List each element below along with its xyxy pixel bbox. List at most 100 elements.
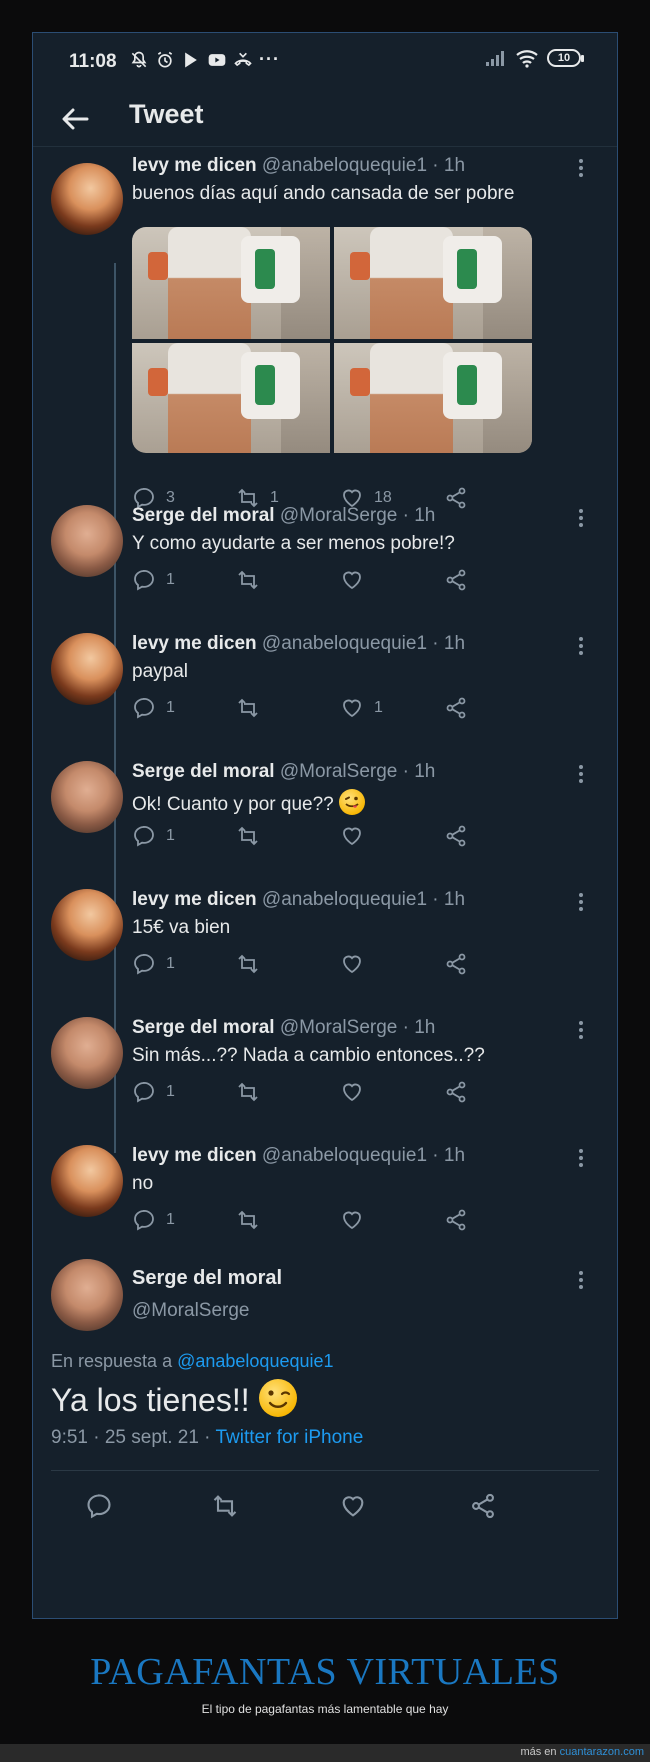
share-icon — [446, 1209, 466, 1231]
retweet-button[interactable] — [236, 951, 270, 977]
tweet-author-name[interactable]: Serge del moral — [132, 1267, 282, 1290]
more-options-icon[interactable] — [571, 635, 591, 657]
reply-button[interactable]: 1 — [132, 567, 175, 593]
share-icon — [446, 697, 466, 719]
footer-prefix: más en — [520, 1746, 557, 1758]
reply-icon — [134, 1081, 154, 1103]
tweet-text: buenos días aquí ando cansada de ser pob… — [132, 183, 515, 204]
avatar[interactable] — [51, 505, 123, 577]
tweet-author-name[interactable]: levy me dicen — [132, 889, 257, 910]
share-button[interactable] — [444, 695, 468, 721]
reply-button[interactable]: 1 — [132, 823, 175, 849]
avatar[interactable] — [51, 163, 123, 235]
reply-button[interactable]: 1 — [132, 1207, 175, 1233]
arrow-left-icon — [62, 108, 89, 130]
tweet-author-name[interactable]: levy me dicen — [132, 633, 257, 654]
reply-icon — [134, 697, 154, 719]
more-options-icon[interactable] — [571, 763, 591, 785]
tweet[interactable]: levy me dicen @anabeloquequie1 · 1h buen… — [33, 155, 617, 535]
muted-bell-icon — [131, 51, 147, 67]
tweet-author-name[interactable]: levy me dicen — [132, 155, 257, 176]
avatar[interactable] — [51, 633, 123, 705]
tweet-author-handle[interactable]: @MoralSerge — [280, 1017, 398, 1038]
tweet-photo[interactable] — [132, 227, 330, 339]
more-options-icon[interactable] — [571, 1147, 591, 1169]
more-options-icon[interactable] — [571, 1019, 591, 1041]
tweet[interactable]: levy me dicen @anabeloquequie1 · 1h payp… — [33, 633, 617, 743]
more-options-icon[interactable] — [571, 891, 591, 913]
retweet-button[interactable] — [236, 567, 270, 593]
tweet-actions: 1 — [132, 951, 492, 977]
reply-button[interactable]: 1 — [132, 1079, 175, 1105]
like-button[interactable]: 1 — [340, 695, 383, 721]
like-button[interactable] — [340, 1207, 374, 1233]
retweet-button[interactable] — [236, 1207, 270, 1233]
like-button[interactable] — [340, 567, 374, 593]
share-icon — [446, 825, 466, 847]
tweet-author-handle[interactable]: @MoralSerge — [132, 1300, 250, 1322]
tweet[interactable]: Serge del moral @MoralSerge · 1h Sin más… — [33, 1017, 617, 1127]
reply-button[interactable]: 1 — [132, 695, 175, 721]
reply-icon — [134, 953, 154, 975]
status-system-icons: 10 — [485, 48, 584, 68]
top-app-bar: Tweet — [33, 89, 617, 147]
share-button[interactable] — [444, 823, 468, 849]
avatar[interactable] — [51, 1145, 123, 1217]
reply-button[interactable]: 1 — [132, 951, 175, 977]
avatar[interactable] — [51, 1259, 123, 1331]
retweet-button[interactable] — [236, 823, 270, 849]
share-button[interactable] — [444, 951, 468, 977]
like-button[interactable] — [340, 823, 374, 849]
tweet[interactable]: Serge del moral @MoralSerge · 1h Ok! Cua… — [33, 761, 617, 871]
share-button[interactable] — [469, 1493, 497, 1519]
retweet-button[interactable] — [236, 1079, 270, 1105]
tweet[interactable]: levy me dicen @anabeloquequie1 · 1h no 1 — [33, 1145, 617, 1255]
more-options-icon[interactable] — [571, 1269, 591, 1291]
back-button[interactable] — [57, 101, 93, 137]
tweet-text-row: Ok! Cuanto y por que?? — [132, 789, 366, 816]
like-button[interactable] — [339, 1493, 367, 1519]
avatar[interactable] — [51, 1017, 123, 1089]
tweet-author-handle[interactable]: @anabeloquequie1 — [262, 889, 427, 910]
like-button[interactable] — [340, 1079, 374, 1105]
status-time: 11:08 — [69, 51, 117, 72]
tweet-author-name[interactable]: Serge del moral — [132, 1017, 275, 1038]
reply-icon — [87, 1494, 111, 1519]
reply-to-link[interactable]: @anabeloquequie1 — [177, 1351, 333, 1371]
tweet-media-grid — [132, 227, 532, 453]
share-button[interactable] — [444, 1079, 468, 1105]
battery-indicator: 10 — [547, 49, 584, 67]
avatar[interactable] — [51, 889, 123, 961]
tweet-author-handle[interactable]: @anabeloquequie1 — [262, 1145, 427, 1166]
tweet-photo[interactable] — [334, 227, 532, 339]
reply-count: 1 — [166, 1211, 175, 1228]
tweet[interactable]: levy me dicen @anabeloquequie1 · 1h 15€ … — [33, 889, 617, 999]
heart-icon — [343, 827, 361, 846]
retweet-button[interactable] — [211, 1493, 239, 1519]
more-options-icon[interactable] — [571, 157, 591, 179]
tweet-author-handle[interactable]: @MoralSerge — [280, 505, 398, 526]
like-button[interactable] — [340, 951, 374, 977]
more-options-icon[interactable] — [571, 507, 591, 529]
share-button[interactable] — [444, 1207, 468, 1233]
tweet-photo[interactable] — [132, 343, 330, 453]
tweet-header: levy me dicen @anabeloquequie1 · 1h — [132, 155, 465, 181]
footer-site-link[interactable]: cuantarazon.com — [560, 1746, 644, 1758]
retweet-button[interactable] — [236, 695, 270, 721]
reply-button[interactable] — [85, 1493, 113, 1519]
tweet-author-name[interactable]: levy me dicen — [132, 1145, 257, 1166]
status-notification-icons: ··· — [129, 49, 280, 70]
tweet-source-link[interactable]: Twitter for iPhone — [215, 1427, 363, 1448]
tweet-author-name[interactable]: Serge del moral — [132, 505, 275, 526]
tweet-author-handle[interactable]: @anabeloquequie1 — [262, 633, 427, 654]
tweet-author-handle[interactable]: @anabeloquequie1 — [262, 155, 427, 176]
tweet[interactable]: Serge del moral @MoralSerge · 1h Y como … — [33, 505, 617, 615]
focused-tweet-actions — [33, 1493, 617, 1525]
wifi-icon — [516, 50, 538, 68]
tweet-photo[interactable] — [334, 343, 532, 453]
alarm-icon — [157, 51, 173, 67]
share-button[interactable] — [444, 567, 468, 593]
tweet-author-name[interactable]: Serge del moral — [132, 761, 275, 782]
tweet-author-handle[interactable]: @MoralSerge — [280, 761, 398, 782]
avatar[interactable] — [51, 761, 123, 833]
